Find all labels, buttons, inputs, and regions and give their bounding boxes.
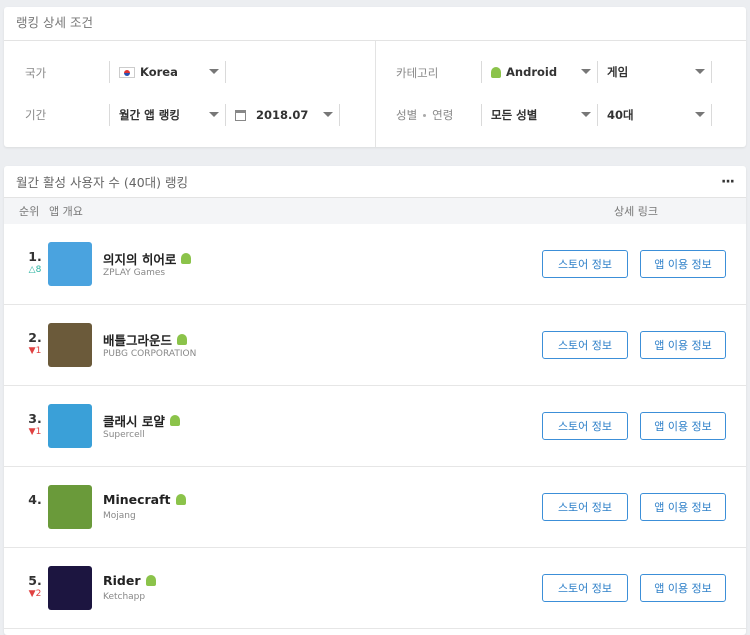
chevron-down-icon <box>323 112 333 117</box>
app-usage-button[interactable]: 앱 이용 정보 <box>640 412 726 440</box>
store-info-button[interactable]: 스토어 정보 <box>542 574 628 602</box>
app-developer: ZPLAY Games <box>103 268 166 278</box>
col-app: 앱 개요 <box>49 205 83 218</box>
more-options-icon[interactable]: ··· <box>721 174 735 190</box>
platform-select[interactable]: Android <box>481 61 598 83</box>
rank-number: 3. <box>28 411 42 426</box>
chevron-down-icon <box>581 69 591 74</box>
category-label: 카테고리 <box>396 66 439 80</box>
rank-number: 5. <box>28 573 42 588</box>
store-info-button[interactable]: 스토어 정보 <box>542 412 628 440</box>
android-icon <box>181 253 192 264</box>
app-developer: PUBG CORPORATION <box>103 349 197 359</box>
app-developer: Supercell <box>103 430 145 440</box>
gender-age-label: 성별 연령 <box>396 107 453 123</box>
app-developer: Mojang <box>103 511 136 521</box>
app-name-text: 배틀그라운드 <box>103 333 173 348</box>
android-icon <box>169 415 180 426</box>
android-icon <box>145 575 156 586</box>
col-link: 상세 링크 <box>614 205 658 218</box>
gender-value: 모든 성별 <box>491 108 538 122</box>
rank-change: ▼2 <box>28 589 42 599</box>
hero-icon[interactable] <box>48 242 92 286</box>
app-name[interactable]: 의지의 히어로 <box>103 249 192 268</box>
pubg-icon[interactable] <box>48 323 92 367</box>
rank-number: 1. <box>28 249 42 264</box>
rank-cell: 4. <box>24 492 46 508</box>
app-name-text: 클래시 로얄 <box>103 414 165 429</box>
platform-value: Android <box>506 65 558 79</box>
age-label: 연령 <box>432 108 454 122</box>
rank-change: △8 <box>28 265 42 275</box>
calendar-icon <box>235 109 246 121</box>
col-rank: 순위 <box>19 205 40 218</box>
store-info-button[interactable]: 스토어 정보 <box>542 331 628 359</box>
period-value: 월간 앱 랭킹 <box>119 108 180 122</box>
clash-icon[interactable] <box>48 404 92 448</box>
filter-divider <box>375 41 376 147</box>
table-row: 3. ▼1 클래시 로얄 Supercell 스토어 정보 앱 이용 정보 <box>4 386 746 467</box>
minecraft-icon[interactable] <box>48 485 92 529</box>
app-name[interactable]: 클래시 로얄 <box>103 411 180 430</box>
gender-select[interactable]: 모든 성별 <box>481 104 598 126</box>
rank-cell: 3. ▼1 <box>24 411 46 437</box>
country-value: Korea <box>140 65 178 79</box>
korea-flag-icon <box>119 66 135 78</box>
app-name-text: Rider <box>103 573 141 588</box>
ranking-panel: 월간 활성 사용자 수 (40대) 랭킹 ··· 순위 앱 개요 상세 링크 1… <box>4 166 746 635</box>
table-row: 2. ▼1 배틀그라운드 PUBG CORPORATION 스토어 정보 앱 이… <box>4 305 746 386</box>
chevron-down-icon <box>581 112 591 117</box>
age-value: 40대 <box>607 108 634 122</box>
android-icon <box>177 334 188 345</box>
rank-cell: 2. ▼1 <box>24 330 46 356</box>
ranking-header: 월간 활성 사용자 수 (40대) 랭킹 ··· <box>4 166 746 198</box>
android-icon <box>175 494 186 505</box>
chevron-down-icon <box>695 112 705 117</box>
date-value: 2018.07 <box>256 108 309 122</box>
country-select[interactable]: Korea <box>109 61 226 83</box>
app-usage-button[interactable]: 앱 이용 정보 <box>640 250 726 278</box>
rider-icon[interactable] <box>48 566 92 610</box>
filter-panel-title: 랭킹 상세 조건 <box>4 7 746 41</box>
android-icon <box>491 66 501 78</box>
rank-number: 4. <box>28 492 42 507</box>
chevron-down-icon <box>209 112 219 117</box>
store-info-button[interactable]: 스토어 정보 <box>542 493 628 521</box>
country-label: 국가 <box>25 66 47 80</box>
table-row: 5. ▼2 Rider Ketchapp 스토어 정보 앱 이용 정보 <box>4 548 746 629</box>
app-usage-button[interactable]: 앱 이용 정보 <box>640 574 726 602</box>
rank-cell: 1. △8 <box>24 249 46 275</box>
ranking-filter-panel: 랭킹 상세 조건 국가 Korea 기간 월간 앱 랭킹 2018.07 카테고… <box>4 7 746 147</box>
app-name-text: Minecraft <box>103 492 171 507</box>
table-row: 1. △8 의지의 히어로 ZPLAY Games 스토어 정보 앱 이용 정보 <box>4 224 746 305</box>
app-usage-button[interactable]: 앱 이용 정보 <box>640 493 726 521</box>
store-info-button[interactable]: 스토어 정보 <box>542 250 628 278</box>
app-name-text: 의지의 히어로 <box>103 252 177 267</box>
category-value: 게임 <box>607 65 629 79</box>
app-usage-button[interactable]: 앱 이용 정보 <box>640 331 726 359</box>
column-header: 순위 앱 개요 상세 링크 <box>4 198 746 224</box>
rank-number: 2. <box>28 330 42 345</box>
table-row: 4. Minecraft Mojang 스토어 정보 앱 이용 정보 <box>4 467 746 548</box>
period-select[interactable]: 월간 앱 랭킹 <box>109 104 226 126</box>
app-developer: Ketchapp <box>103 592 146 602</box>
ranking-title: 월간 활성 사용자 수 (40대) 랭킹 <box>16 175 189 190</box>
chevron-down-icon <box>695 69 705 74</box>
separator-dot <box>423 114 427 117</box>
period-label: 기간 <box>25 108 47 122</box>
app-name[interactable]: Rider <box>103 573 156 588</box>
rank-change: ▼1 <box>28 346 42 356</box>
category-select[interactable]: 게임 <box>597 61 712 83</box>
rank-change: ▼1 <box>28 427 42 437</box>
app-name[interactable]: 배틀그라운드 <box>103 330 188 349</box>
chevron-down-icon <box>209 69 219 74</box>
date-select[interactable]: 2018.07 <box>225 104 340 126</box>
gender-label: 성별 <box>396 108 418 122</box>
age-select[interactable]: 40대 <box>597 104 712 126</box>
app-name[interactable]: Minecraft <box>103 492 186 507</box>
rank-cell: 5. ▼2 <box>24 573 46 599</box>
